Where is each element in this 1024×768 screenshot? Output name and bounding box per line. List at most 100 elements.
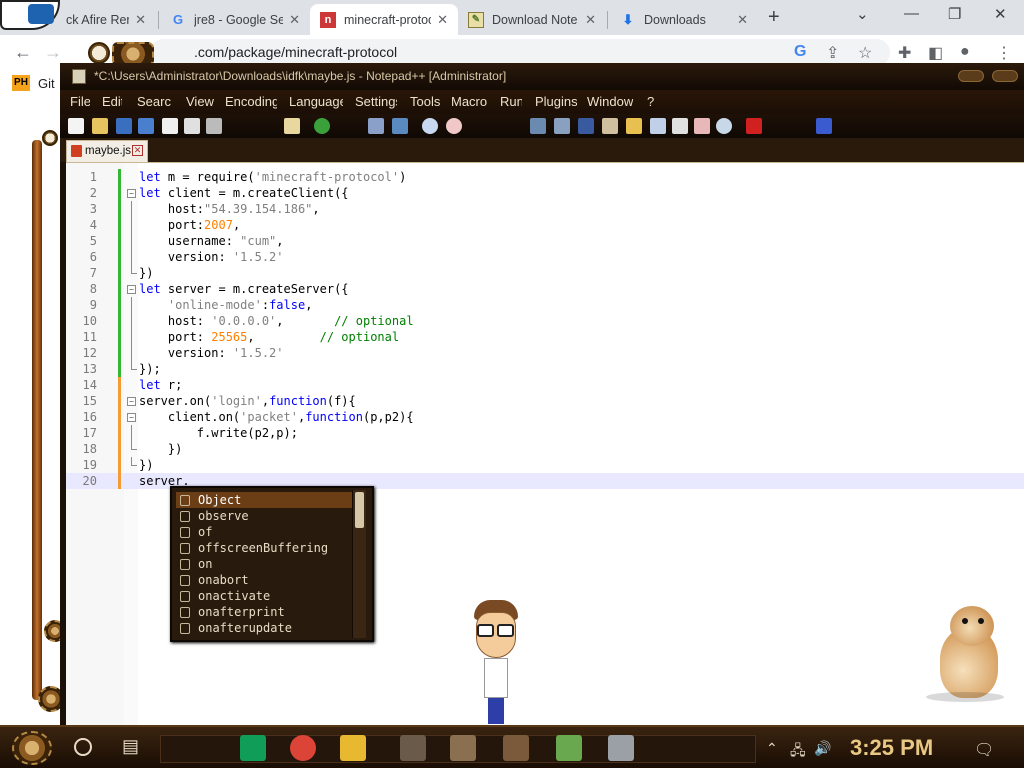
code-line[interactable]: 16 − client.on('packet',function(p,p2){: [66, 409, 1024, 425]
notification-icon[interactable]: 🗨: [974, 740, 994, 760]
volume-icon[interactable]: 🔊: [814, 740, 831, 757]
taskbar-app-file-explorer[interactable]: [340, 735, 366, 761]
autocomplete-item[interactable]: Object: [176, 492, 352, 508]
cartoon-man-desktop-buddy[interactable]: [468, 600, 524, 725]
redo-icon[interactable]: [314, 118, 330, 134]
indent-guide-icon[interactable]: [602, 118, 618, 134]
bookmark-ph[interactable]: PH: [12, 75, 30, 91]
close-file-icon[interactable]: [162, 118, 178, 134]
code-line[interactable]: 13});: [66, 361, 1024, 377]
code-line[interactable]: 15 − server.on('login',function(f){: [66, 393, 1024, 409]
close-tab-icon[interactable]: ✕: [737, 12, 748, 28]
bookmark-star-icon[interactable]: ☆: [858, 43, 872, 63]
doc-map-icon[interactable]: [650, 118, 666, 134]
restore-icon[interactable]: ❐: [948, 5, 961, 23]
code-line[interactable]: 11 port: 25565, // optional: [66, 329, 1024, 345]
replace-icon[interactable]: [392, 118, 408, 134]
code-line[interactable]: 19}): [66, 457, 1024, 473]
taskbar-app-tool[interactable]: [450, 735, 476, 761]
taskbar-app-notepadpp[interactable]: [556, 735, 582, 761]
close-tab-icon[interactable]: ✕: [135, 12, 146, 28]
close-window-icon[interactable]: ✕: [994, 5, 1007, 23]
code-line[interactable]: 3 host:"54.39.154.186",: [66, 201, 1024, 217]
zoom-in-icon[interactable]: [422, 118, 438, 134]
code-line[interactable]: 14 let r;: [66, 377, 1024, 393]
menu-settings[interactable]: Settings: [355, 94, 397, 109]
menu-language[interactable]: Language: [289, 94, 343, 109]
tab-maybe-js[interactable]: maybe.js ✕: [66, 140, 148, 162]
code-line[interactable]: 8 − let server = m.createServer({: [66, 281, 1024, 297]
monitoring-icon[interactable]: [716, 118, 732, 134]
minimize-icon[interactable]: —: [904, 5, 919, 22]
menu-file[interactable]: File: [70, 94, 90, 109]
autocomplete-item[interactable]: of: [176, 524, 352, 540]
address-bar[interactable]: .com/package/minecraft-protocol: [150, 39, 890, 66]
folder-workspace-icon[interactable]: [694, 118, 710, 134]
autocomplete-item[interactable]: onafterprint: [176, 604, 352, 620]
close-tab-icon[interactable]: ✕: [437, 12, 448, 28]
task-view-icon[interactable]: ▤: [122, 736, 139, 757]
open-file-icon[interactable]: [92, 118, 108, 134]
side-panel-icon[interactable]: ◧: [928, 43, 943, 63]
autocomplete-item[interactable]: onafterupdate: [176, 620, 352, 636]
save-all-icon[interactable]: [138, 118, 154, 134]
start-button[interactable]: [12, 731, 52, 765]
find-icon[interactable]: [368, 118, 384, 134]
tab-4[interactable]: ⬇ Downloads ✕: [610, 4, 758, 35]
autocomplete-scrollbar[interactable]: [352, 490, 366, 638]
code-line[interactable]: 12 version: '1.5.2': [66, 345, 1024, 361]
menu-edit[interactable]: Edit: [102, 94, 122, 109]
code-line[interactable]: 2 − let client = m.createClient({: [66, 185, 1024, 201]
taskbar-app-chrome[interactable]: [290, 735, 316, 761]
autocomplete-item[interactable]: onabort: [176, 572, 352, 588]
taskbar-clock[interactable]: 3:25 PM: [850, 735, 933, 761]
google-lens-icon[interactable]: G: [794, 43, 806, 61]
menu-encoding[interactable]: Encoding: [225, 94, 277, 109]
record-macro-icon[interactable]: [746, 118, 762, 134]
cortana-icon[interactable]: [74, 738, 92, 756]
close-tab-icon[interactable]: ✕: [585, 12, 596, 28]
tab-3[interactable]: ✎ Download Note ✕: [458, 4, 606, 35]
menu-view[interactable]: View: [186, 94, 214, 109]
autocomplete-item[interactable]: offscreenBuffering: [176, 540, 352, 556]
code-line[interactable]: 4 port:2007,: [66, 217, 1024, 233]
run-macro-icon[interactable]: [816, 118, 832, 134]
new-tab-button[interactable]: +: [768, 6, 780, 29]
save-icon[interactable]: [116, 118, 132, 134]
code-line[interactable]: 7}): [66, 265, 1024, 281]
taskbar-app-sheets[interactable]: [240, 735, 266, 761]
function-list-icon[interactable]: [672, 118, 688, 134]
taskbar-app-minecraft[interactable]: [503, 735, 529, 761]
bookmark-git[interactable]: Git: [38, 76, 55, 91]
autocomplete-item[interactable]: onactivate: [176, 588, 352, 604]
code-line[interactable]: 1 let m = require('minecraft-protocol'): [66, 169, 1024, 185]
menu-window[interactable]: Window: [587, 94, 633, 109]
zoom-out-icon[interactable]: [446, 118, 462, 134]
menu-run[interactable]: Run: [500, 94, 522, 109]
udl-icon[interactable]: [626, 118, 642, 134]
tab-search-icon[interactable]: ⌄: [856, 5, 869, 23]
menu-tools[interactable]: Tools: [410, 94, 440, 109]
close-tab-icon[interactable]: ✕: [132, 145, 143, 156]
back-icon[interactable]: ←: [14, 42, 32, 63]
show-hidden-icons[interactable]: ⌃: [766, 740, 778, 757]
sync-scroll-icon[interactable]: [530, 118, 546, 134]
new-file-icon[interactable]: [68, 118, 84, 134]
menu-plugins[interactable]: Plugins: [535, 94, 577, 109]
paste-icon[interactable]: [284, 118, 300, 134]
fold-toggle-icon[interactable]: −: [127, 397, 136, 406]
profile-icon[interactable]: ●: [960, 43, 970, 61]
menu-search[interactable]: Search: [137, 94, 171, 109]
print-icon[interactable]: [206, 118, 222, 134]
code-line[interactable]: 6 version: '1.5.2': [66, 249, 1024, 265]
code-line[interactable]: 17 f.write(p2,p);: [66, 425, 1024, 441]
tab-2[interactable]: n minecraft-protoc ✕: [310, 4, 458, 35]
word-wrap-icon[interactable]: [554, 118, 570, 134]
tab-1[interactable]: G jre8 - Google Se ✕: [160, 4, 310, 35]
close-tab-icon[interactable]: ✕: [289, 12, 300, 28]
close-window-icon[interactable]: [992, 70, 1018, 82]
network-icon[interactable]: 🖧: [790, 740, 806, 764]
menu-dots-icon[interactable]: ⋮: [996, 43, 1012, 63]
menu-help[interactable]: ?: [647, 94, 657, 109]
autocomplete-item[interactable]: on: [176, 556, 352, 572]
